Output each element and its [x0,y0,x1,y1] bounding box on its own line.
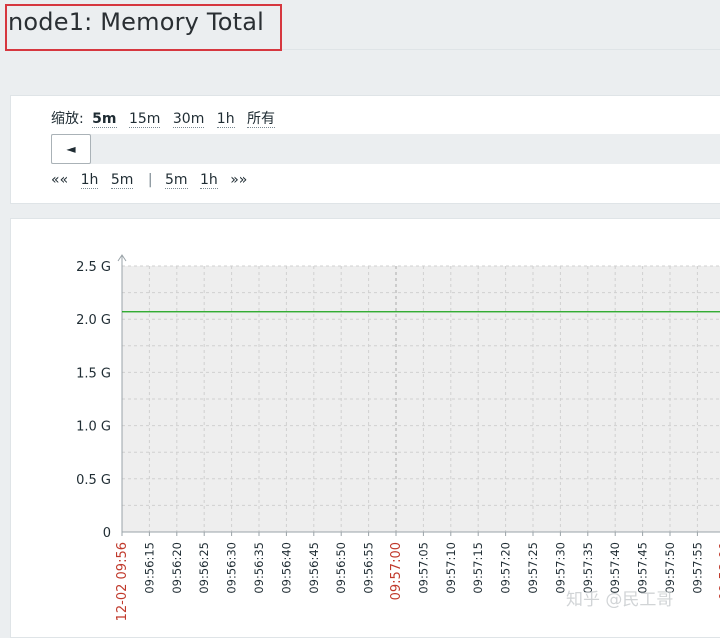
period-forward-arrows[interactable]: »» [230,172,247,188]
zoom-30m[interactable]: 30m [172,111,205,128]
x-tick-label: 09:56:50 [334,542,348,594]
period-back-1h[interactable]: 1h [80,172,99,189]
x-tick-label: 09:57:10 [444,542,458,594]
memory-graph: 0 0.5 G 1.0 G 1.5 G 2.0 G 2.5 G 12-02 09:56 09:… [76,254,720,621]
x-tick-label: 09:57:55 [690,542,704,594]
time-filter-panel: 缩放: 5m 15m 30m 1h 所有 ◄ «« 1h 5m | 5m 1h … [10,95,720,204]
x-tick-label: 09:56:20 [170,542,184,594]
x-tick-label: 09:56:40 [279,542,293,594]
period-back-arrows[interactable]: «« [51,172,68,188]
plot-area [122,266,720,532]
zoom-row: 缩放: 5m 15m 30m 1h 所有 [51,108,283,128]
x-tick-label: 09:57:00 [389,542,404,600]
zoom-label: 缩放: [51,111,84,127]
y-tick-label: 0.5 G [76,473,111,488]
x-tick-label: 09:56:15 [142,542,156,594]
period-back-5m[interactable]: 5m [110,172,134,189]
page-title: node1: Memory Total [8,8,264,36]
x-tick-label: 09:56:45 [307,542,321,594]
x-tick-label: 09:56:30 [225,542,239,594]
zoom-1h[interactable]: 1h [216,111,235,128]
y-tick-label: 2.0 G [76,313,111,328]
zoom-15m[interactable]: 15m [128,111,161,128]
x-tick-label: 12-02 09:56 [115,542,130,621]
x-tick-label: 09:57:25 [526,542,540,594]
x-tick-label: 09:57:15 [471,542,485,594]
zoom-all[interactable]: 所有 [247,111,276,128]
x-tick-label: 09:57:05 [416,542,430,594]
zoom-5m[interactable]: 5m [92,111,117,128]
triangle-left-icon: ◄ [66,142,76,156]
period-forward-1h[interactable]: 1h [200,172,218,189]
y-tick-label: 0 [103,526,111,541]
period-row: «« 1h 5m | 5m 1h »» [51,172,255,189]
scroll-back-button[interactable]: ◄ [51,134,91,164]
x-tick-label: 09:56:55 [362,542,376,594]
y-tick-label: 1.5 G [76,366,111,381]
x-tick-label: 09:57:20 [499,542,513,594]
title-divider [282,49,720,50]
graph-panel: 0 0.5 G 1.0 G 1.5 G 2.0 G 2.5 G 12-02 09:56 09:… [10,218,720,638]
timeline-scrollbar[interactable]: ◄ [51,134,720,164]
x-tick-label: 09:56:25 [197,542,211,594]
period-forward-5m[interactable]: 5m [165,172,188,189]
y-tick-label: 1.0 G [76,420,111,435]
y-tick-label: 2.5 G [76,260,111,275]
x-tick-label: 09:56:35 [252,542,266,594]
period-separator: | [147,172,153,188]
watermark: 知乎 @民工哥 [566,590,674,610]
